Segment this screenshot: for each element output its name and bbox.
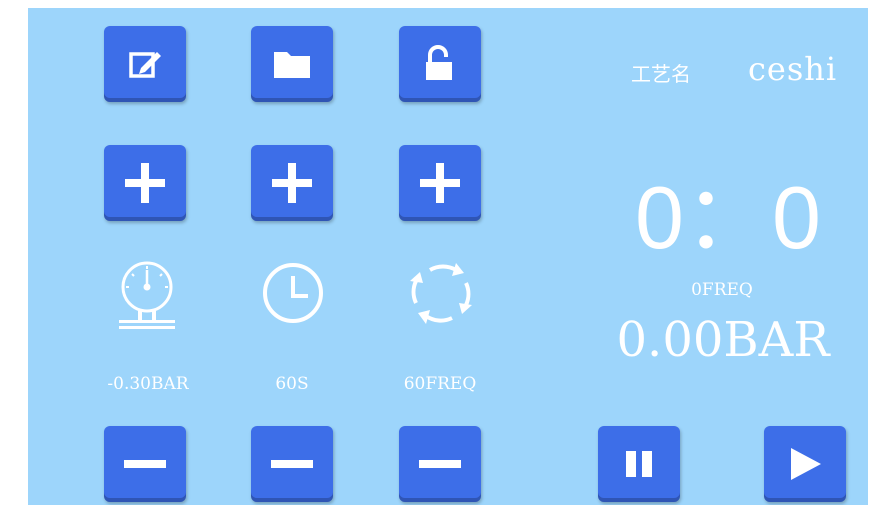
frequency-increase-button[interactable]	[399, 145, 481, 221]
current-frequency-value: 0FREQ	[691, 280, 753, 300]
cycle-icon	[406, 258, 476, 328]
process-name-value: ceshi	[748, 50, 838, 88]
plus-icon	[125, 163, 165, 203]
minus-icon	[419, 460, 461, 468]
frequency-decrease-button[interactable]	[399, 426, 481, 502]
pressure-increase-button[interactable]	[104, 145, 186, 221]
folder-icon	[274, 52, 310, 78]
minus-icon	[124, 460, 166, 468]
clock-icon	[258, 258, 328, 328]
plus-icon	[272, 163, 312, 203]
unlock-button[interactable]	[399, 26, 481, 102]
pause-button[interactable]	[598, 426, 680, 502]
edit-icon	[129, 52, 161, 78]
pressure-gauge-icon	[112, 253, 182, 333]
play-icon	[791, 448, 821, 480]
control-panel-screen: -0.30BAR 60S 60FREQ 工艺名 ceshi 0：0 0FREQ …	[28, 8, 868, 505]
time-decrease-button[interactable]	[251, 426, 333, 502]
minus-icon	[271, 460, 313, 468]
current-pressure-value: 0.00BAR	[616, 312, 830, 368]
play-button[interactable]	[764, 426, 846, 502]
frequency-setting-value: 60FREQ	[403, 374, 477, 394]
timer-display: 0：0	[635, 168, 821, 267]
unlock-icon	[426, 45, 452, 80]
pause-icon	[626, 451, 652, 477]
process-name-label: 工艺名	[631, 62, 691, 86]
pressure-decrease-button[interactable]	[104, 426, 186, 502]
plus-icon	[420, 163, 460, 203]
pressure-setting-value: -0.30BAR	[107, 374, 189, 394]
time-increase-button[interactable]	[251, 145, 333, 221]
edit-button[interactable]	[104, 26, 186, 102]
time-setting-value: 60S	[275, 374, 309, 394]
open-folder-button[interactable]	[251, 26, 333, 102]
